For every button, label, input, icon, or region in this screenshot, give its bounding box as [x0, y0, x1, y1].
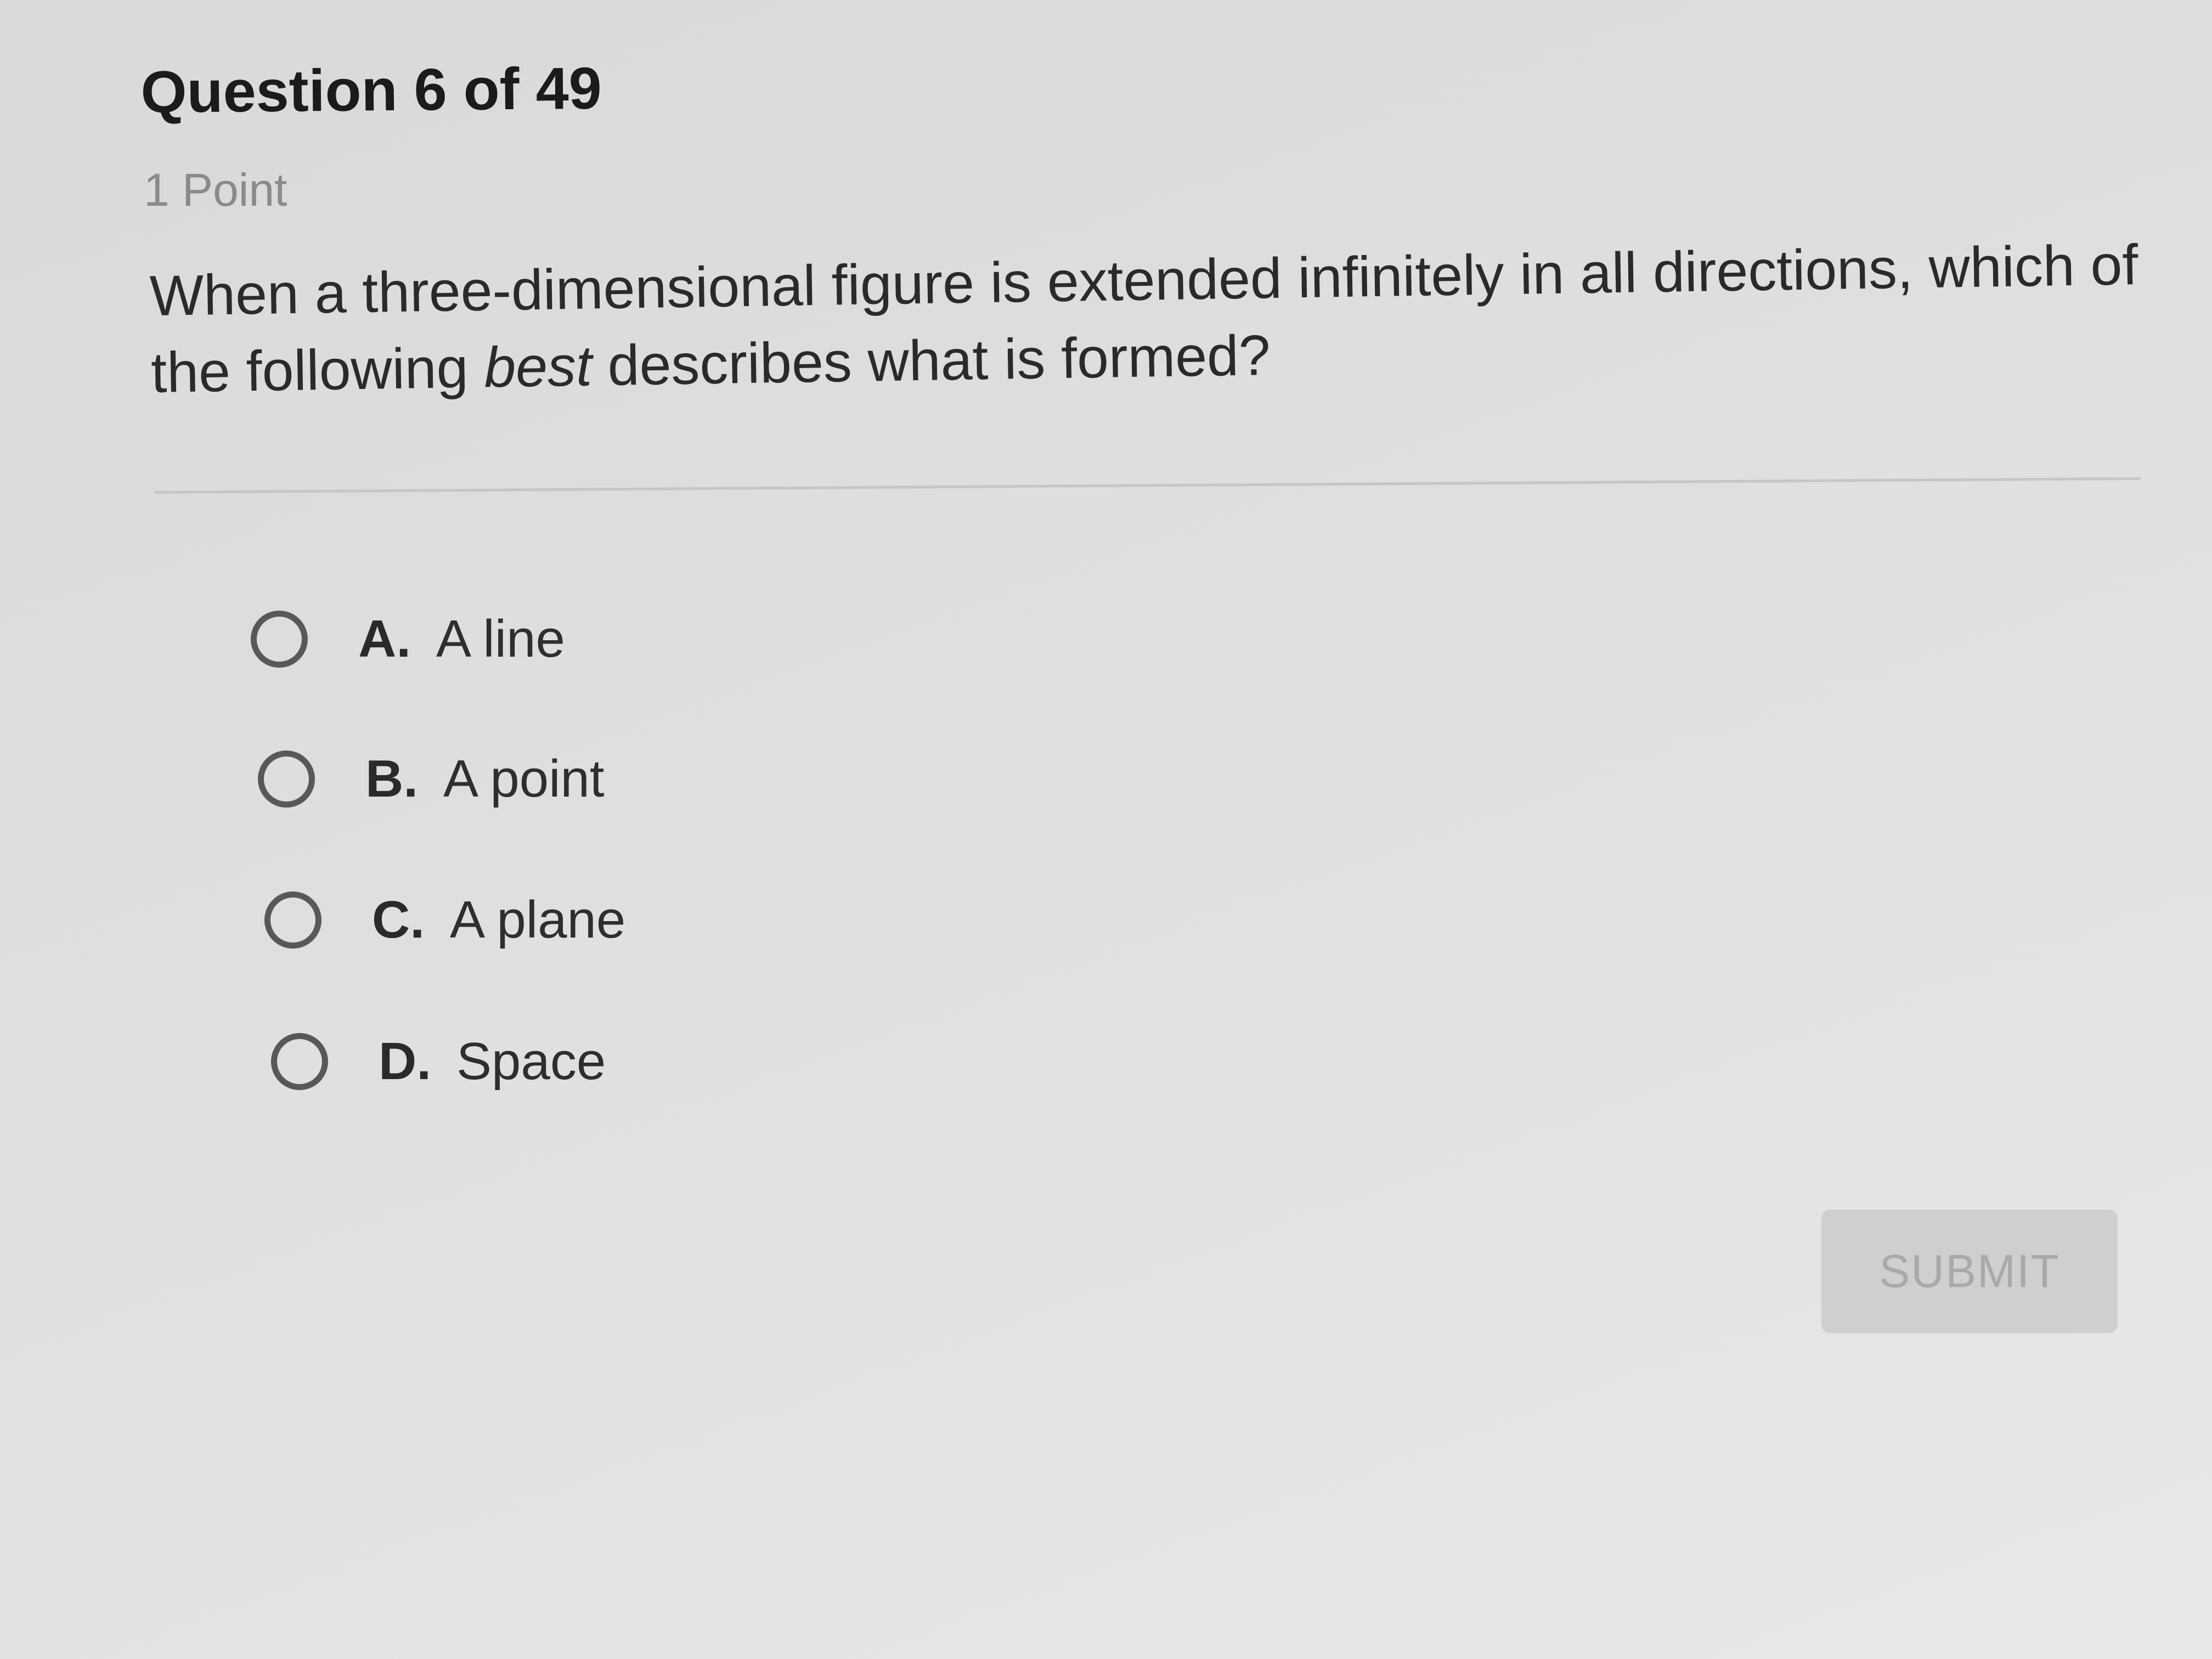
radio-button-icon[interactable] — [251, 611, 308, 668]
question-title: Question 6 of 49 — [140, 54, 602, 125]
prompt-text-end: describes what is formed? — [591, 323, 1271, 398]
prompt-emphasis: best — [483, 334, 592, 400]
option-text: Space — [456, 1032, 606, 1091]
radio-button-icon[interactable] — [258, 751, 315, 808]
option-letter: A. — [358, 610, 411, 668]
submit-button[interactable]: SUBMIT — [1821, 1210, 2118, 1333]
answer-option-b[interactable]: B. A point — [258, 749, 605, 809]
option-text: A plane — [450, 890, 626, 949]
option-text: A point — [443, 749, 605, 808]
option-letter: C. — [372, 890, 425, 949]
option-letter: D. — [379, 1032, 431, 1091]
answer-option-a[interactable]: A. A line — [251, 609, 565, 669]
answer-option-c[interactable]: C. A plane — [264, 890, 625, 950]
radio-button-icon[interactable] — [264, 891, 321, 949]
divider — [155, 477, 2141, 494]
option-letter: B. — [365, 749, 418, 808]
question-points: 1 Point — [144, 164, 287, 216]
option-text: A line — [436, 610, 565, 668]
quiz-screen: Question 6 of 49 1 Point When a three-di… — [0, 0, 2212, 1659]
radio-button-icon[interactable] — [271, 1033, 328, 1090]
answer-option-d[interactable]: D. Space — [271, 1031, 606, 1092]
question-prompt: When a three-dimensional figure is exten… — [149, 227, 2148, 411]
